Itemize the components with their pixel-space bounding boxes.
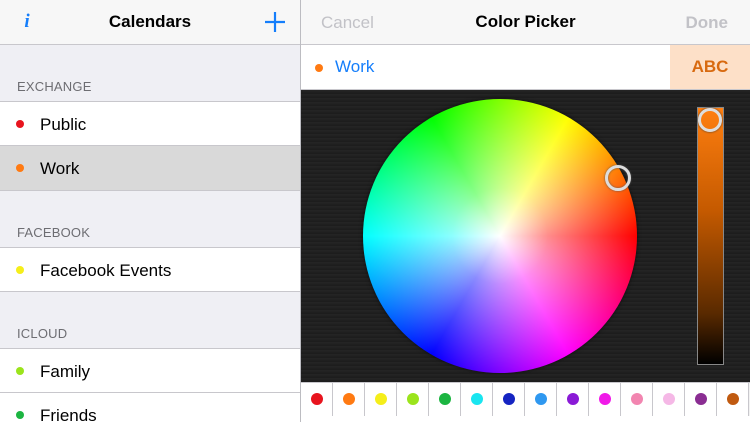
color-swatch-bar (301, 382, 750, 416)
color-swatch[interactable] (493, 383, 525, 416)
done-button[interactable]: Done (686, 13, 729, 33)
swatch-color-dot (503, 393, 515, 405)
calendar-color-dot (16, 164, 24, 172)
calendar-color-dot (16, 120, 24, 128)
color-swatch[interactable] (333, 383, 365, 416)
color-picker-nav-bar: Cancel Color Picker Done (301, 0, 750, 45)
color-swatch[interactable] (685, 383, 717, 416)
color-wheel-disc (363, 99, 637, 373)
section-header-exchange: EXCHANGE (17, 79, 92, 94)
calendar-item-label: Work (40, 159, 80, 178)
color-picker-panel: Cancel Color Picker Done Work ABC (301, 0, 750, 422)
color-swatch[interactable] (717, 383, 749, 416)
color-picker-area (301, 90, 750, 382)
calendar-name-row: Work ABC (301, 45, 750, 90)
swatch-color-dot (663, 393, 675, 405)
cancel-button[interactable]: Cancel (321, 13, 374, 33)
info-icon[interactable]: i (16, 10, 38, 34)
color-swatch[interactable] (621, 383, 653, 416)
color-swatch[interactable] (461, 383, 493, 416)
calendars-panel: i Calendars EXCHANGE Public Work FACEBOO… (0, 0, 300, 422)
swatch-color-dot (311, 393, 323, 405)
swatch-color-dot (695, 393, 707, 405)
calendar-item-label: Family (40, 362, 91, 381)
color-swatch[interactable] (557, 383, 589, 416)
calendar-color-dot (16, 411, 24, 419)
brightness-slider[interactable] (697, 107, 724, 365)
swatch-color-dot (343, 393, 355, 405)
plus-icon[interactable] (261, 7, 289, 37)
section-header-facebook: FACEBOOK (17, 225, 91, 240)
swatch-color-dot (375, 393, 387, 405)
calendar-color-dot (16, 367, 24, 375)
calendar-item-label: Friends (40, 406, 97, 422)
calendar-item-friends[interactable]: Friends (0, 393, 300, 422)
color-swatch[interactable] (365, 383, 397, 416)
color-swatch[interactable] (301, 383, 333, 416)
color-swatch[interactable] (653, 383, 685, 416)
color-wheel-handle[interactable] (605, 165, 631, 191)
swatch-color-dot (407, 393, 419, 405)
swatch-color-dot (599, 393, 611, 405)
calendar-item-label: Facebook Events (40, 261, 172, 280)
color-wheel[interactable] (363, 99, 637, 373)
calendars-title: Calendars (108, 12, 192, 31)
swatch-color-dot (631, 393, 643, 405)
swatch-color-dot (439, 393, 451, 405)
color-swatch[interactable] (589, 383, 621, 416)
color-preview: ABC (670, 45, 750, 89)
swatch-color-dot (727, 393, 739, 405)
calendars-nav-bar: i Calendars (0, 0, 300, 45)
section-header-icloud: ICLOUD (17, 326, 68, 341)
swatch-color-dot (535, 393, 547, 405)
brightness-slider-handle[interactable] (698, 108, 722, 132)
color-swatch[interactable] (429, 383, 461, 416)
calendar-color-dot (315, 64, 323, 72)
calendar-item-label: Public (40, 115, 87, 134)
color-swatch[interactable] (397, 383, 429, 416)
calendar-item-public[interactable]: Public (0, 101, 300, 146)
color-swatch[interactable] (525, 383, 557, 416)
color-picker-title: Color Picker (475, 12, 576, 31)
calendar-item-facebook-events[interactable]: Facebook Events (0, 247, 300, 292)
calendar-color-dot (16, 266, 24, 274)
calendar-item-family[interactable]: Family (0, 348, 300, 393)
swatch-color-dot (567, 393, 579, 405)
calendar-item-work[interactable]: Work (0, 146, 300, 191)
calendar-name-field[interactable]: Work (335, 57, 374, 77)
swatch-color-dot (471, 393, 483, 405)
